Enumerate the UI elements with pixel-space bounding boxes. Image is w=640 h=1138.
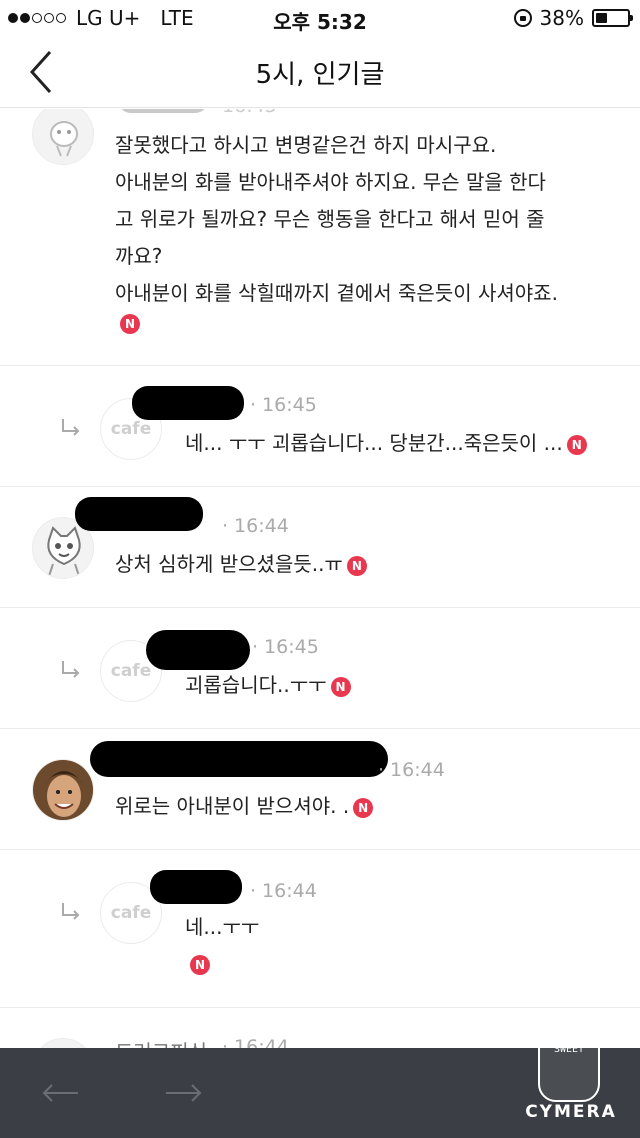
comment-text: 잘못했다고 하시고 변명같은건 하지 마시구요. 아내분의 화를 받아내주셔야 …	[115, 133, 558, 305]
comment-text: 상처 심하게 받으셨을듯..ㅠ N	[115, 546, 367, 583]
redacted-name	[118, 109, 208, 113]
page-title: 5시, 인기글	[255, 60, 385, 90]
comment-time: · 16:44	[378, 759, 445, 781]
redacted-name	[75, 497, 203, 531]
new-badge: N	[330, 676, 351, 697]
redacted-name	[90, 741, 388, 777]
status-bar: LG U+ LTE 오후 5:32 38%	[0, 0, 640, 36]
reply-arrow-icon	[62, 419, 80, 436]
comment-item: · 16:44 위로는 아내분이 받으셔야. .N	[0, 729, 640, 850]
redacted-name	[150, 870, 242, 904]
reply-arrow-icon	[62, 661, 80, 678]
comment-time: · 16:44	[222, 515, 289, 537]
forward-arrow-button[interactable]	[164, 1078, 204, 1108]
new-badge: N	[566, 434, 587, 455]
comment-time: ·16:45	[250, 394, 317, 416]
cup-logo-icon: MAKE IT SWEET	[538, 1022, 600, 1102]
battery-icon	[592, 9, 633, 27]
battery-percent: 38%	[539, 6, 584, 30]
comment-time: · 16:44	[250, 880, 317, 902]
orientation-lock-icon	[513, 9, 532, 27]
reply-arrow-icon	[62, 903, 80, 920]
avatar[interactable]	[32, 759, 94, 821]
comment-time: ·16:45	[210, 109, 277, 117]
status-right: 38%	[513, 6, 633, 30]
cymera-watermark: MAKE IT SWEET CYMERA	[518, 1022, 618, 1132]
character-avatar-icon	[50, 121, 78, 157]
new-badge: N	[346, 555, 367, 576]
comment-item: ·16:45 잘못했다고 하시고 변명같은건 하지 마시구요. 아내분의 화를 …	[0, 109, 640, 366]
avatar[interactable]	[32, 109, 94, 165]
page-header: 5시, 인기글	[0, 36, 640, 108]
reply-item: cafe · 16:45 괴롭습니다..ㅜㅜ N	[0, 608, 640, 729]
reply-text: 네...ㅜㅜ	[185, 915, 260, 939]
comment-item: · 16:44 상처 심하게 받으셨을듯..ㅠ N	[0, 487, 640, 608]
back-arrow-button[interactable]	[40, 1078, 80, 1108]
watermark-brand: CYMERA	[525, 1102, 617, 1122]
reply-item: cafe · 16:44 네...ㅜㅜ N	[0, 850, 640, 1008]
redacted-name	[146, 630, 250, 670]
new-badge: N	[353, 797, 374, 818]
photo-avatar-icon	[33, 760, 93, 820]
reply-text: 괴롭습니다..ㅜㅜ N	[185, 667, 351, 704]
reply-item: cafe · 16:45 네... ㅜㅜ 괴롭습니다... 당분간...죽은듯이 …	[0, 366, 640, 487]
comment-list[interactable]: ·16:45 잘못했다고 하시고 변명같은건 하지 마시구요. 아내분의 화를 …	[0, 109, 640, 1049]
bottom-nav-bar: MAKE IT SWEET CYMERA	[0, 1022, 640, 1138]
comment-time: ·16:45	[252, 636, 319, 658]
redacted-name	[132, 386, 244, 420]
comment-text: 위로는 아내분이 받으셔야. .N	[115, 788, 374, 825]
new-badge: N	[120, 314, 140, 334]
reply-text: 네... ㅜㅜ 괴롭습니다... 당분간...죽은듯이 ... N	[185, 425, 587, 462]
new-badge: N	[190, 955, 210, 975]
